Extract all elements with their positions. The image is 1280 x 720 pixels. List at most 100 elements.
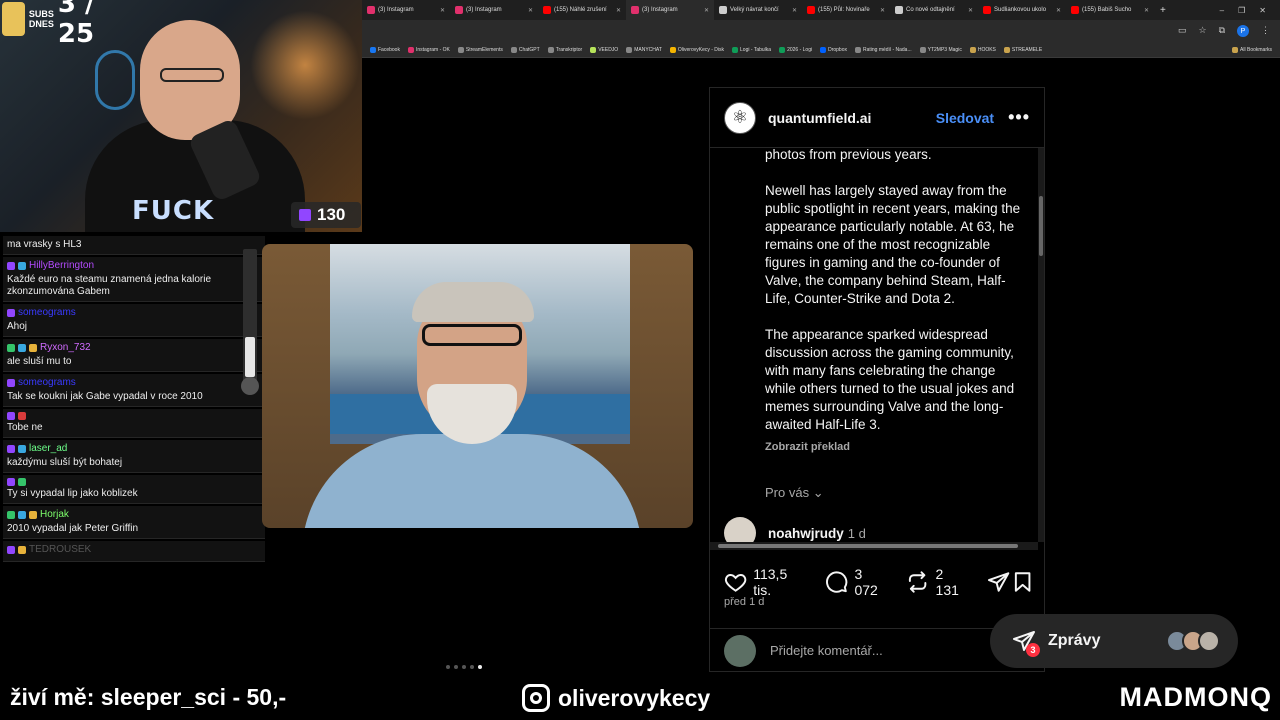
for-you-dropdown[interactable]: Pro vás ⌄ [765, 485, 824, 501]
bookmark-icon[interactable] [1011, 570, 1034, 594]
doc-icon [855, 46, 861, 53]
bookmark[interactable]: ChatGPT [510, 46, 540, 53]
youtube-icon [807, 6, 815, 14]
close-tab-icon[interactable]: ✕ [440, 7, 445, 14]
user-avatar [724, 634, 756, 667]
close-window-button[interactable]: ✕ [1259, 6, 1266, 15]
menu-icon[interactable]: ⋮ [1261, 25, 1270, 37]
browser-tab[interactable]: (3) Instagram ✕ [362, 0, 450, 20]
comment-username[interactable]: noahwjrudy 1 d [768, 526, 866, 541]
window-controls: – ❐ ✕ [1220, 6, 1280, 15]
bookmark[interactable]: Rating médií - Nada... [855, 46, 912, 53]
carousel-dot[interactable] [454, 665, 458, 669]
chat-username: someograms [7, 307, 261, 319]
close-tab-icon[interactable]: ✕ [792, 7, 797, 14]
caption-vertical-scrollbar[interactable] [1038, 148, 1044, 542]
new-tab-button[interactable]: + [1154, 5, 1172, 16]
carousel-dot[interactable] [470, 665, 474, 669]
maximize-button[interactable]: ❐ [1238, 6, 1245, 15]
close-tab-icon[interactable]: ✕ [704, 7, 709, 14]
close-tab-icon[interactable]: ✕ [616, 7, 621, 14]
browser-tab[interactable]: Velký návrat končí ✕ [714, 0, 802, 20]
chat-scrollbar[interactable] [241, 249, 259, 395]
scroll-handle[interactable] [241, 377, 259, 395]
folder-icon [969, 46, 976, 53]
post-actions: 113,5 tis. 3 072 2 131 [724, 566, 1034, 598]
chevron-down-icon: ⌄ [812, 485, 824, 500]
bookmark[interactable]: 2026 - Logi [779, 46, 812, 53]
scrollbar-thumb[interactable] [718, 544, 1018, 548]
carousel-dot[interactable] [446, 665, 450, 669]
subscriber-badge-icon [7, 309, 15, 317]
follow-button[interactable]: Sledovat [936, 110, 994, 126]
facebook-icon [370, 46, 376, 53]
bookmark[interactable]: Instagram - OK [407, 46, 450, 53]
close-tab-icon[interactable]: ✕ [880, 7, 885, 14]
glasses [160, 68, 224, 82]
bookmark[interactable]: Transkriptor [547, 46, 582, 53]
chat-text: Ty si vypadal lip jako koblizek [7, 488, 138, 499]
bookmark[interactable]: StreamElements [457, 46, 503, 53]
browser-tab-active[interactable]: (3) Instagram ✕ [626, 0, 714, 20]
bookmark[interactable]: YT2MP3 Magic [919, 46, 962, 53]
add-comment-input[interactable]: Přidejte komentář... [770, 643, 883, 658]
sheets-icon [779, 46, 786, 53]
person-glasses [422, 324, 522, 346]
post-image[interactable] [262, 244, 693, 528]
heart-icon[interactable] [724, 570, 747, 594]
caption-paragraph: photos from previous years. [765, 147, 932, 162]
scrollbar-thumb[interactable] [1039, 196, 1043, 256]
messages-button[interactable]: 3 Zprávy [990, 614, 1238, 668]
bookmark[interactable]: Facebook [370, 46, 400, 53]
post-date: před 1 d [724, 596, 765, 608]
repost-icon[interactable] [906, 570, 929, 594]
chat-text: každýmu sluší být bohatej [7, 457, 123, 468]
bookmark[interactable]: HOOKS [969, 46, 996, 53]
browser-tab[interactable]: Co nové odtajnění ✕ [890, 0, 978, 20]
all-bookmarks[interactable]: All Bookmarks [1232, 46, 1280, 53]
bookmark[interactable]: Logi - Tabulka [732, 46, 771, 53]
chat-text: Tobe ne [7, 422, 43, 433]
post-header: ⚛ quantumfield.ai Sledovat ••• [710, 88, 1044, 148]
yt2mp3-icon [919, 46, 926, 53]
minimize-button[interactable]: – [1220, 6, 1224, 15]
screencast-icon[interactable]: ▭ [1178, 25, 1187, 37]
caption-horizontal-scrollbar[interactable] [710, 542, 1038, 550]
browser-tab[interactable]: (3) Instagram ✕ [450, 0, 538, 20]
bookmark[interactable]: STREAMELE [1003, 46, 1042, 53]
atom-icon[interactable]: ⚛ [724, 101, 756, 134]
comment-icon[interactable] [825, 570, 848, 594]
extensions-icon[interactable]: ⧉ [1219, 25, 1225, 37]
scrollbar-thumb[interactable] [245, 337, 255, 377]
bookmark[interactable]: Dropbox [820, 46, 847, 53]
bookmark-star-icon[interactable]: ☆ [1198, 25, 1206, 37]
chat-message: Ryxon_732 ale sluší mu to [3, 339, 265, 372]
instagram-handle: oliverovykecy [522, 684, 710, 712]
chat-message: HillyBerrington Každé euro na steamu zna… [3, 257, 265, 302]
mod-badge-icon [7, 344, 15, 352]
show-translation-link[interactable]: Zobrazit překlad [765, 438, 1027, 456]
bookmark[interactable]: MANYCHAT [626, 46, 662, 53]
post-side-panel: ⚛ quantumfield.ai Sledovat ••• photos fr… [709, 87, 1045, 672]
share-icon[interactable] [987, 570, 1010, 594]
browser-tab[interactable]: (155) Půl: Novinaře ✕ [802, 0, 890, 20]
close-tab-icon[interactable]: ✕ [528, 7, 533, 14]
manychat-icon [626, 46, 633, 53]
carousel-dot-active[interactable] [478, 665, 482, 669]
close-tab-icon[interactable]: ✕ [1144, 7, 1149, 14]
folder-icon [1232, 46, 1239, 53]
browser-tab[interactable]: (155) Náhlé zrušení ✕ [538, 0, 626, 20]
profile-avatar[interactable]: P [1237, 25, 1249, 37]
more-options-icon[interactable]: ••• [1008, 107, 1030, 128]
post-username[interactable]: quantumfield.ai [768, 110, 871, 126]
browser-tab[interactable]: (155) Babiš Sucho ✕ [1066, 0, 1154, 20]
close-tab-icon[interactable]: ✕ [1056, 7, 1061, 14]
bookmark[interactable]: VEEDJO [590, 46, 618, 53]
transkriptor-icon [547, 46, 554, 53]
bookmark[interactable]: OliverovyKecy - Disk [669, 46, 724, 53]
close-tab-icon[interactable]: ✕ [968, 7, 973, 14]
browser-tab[interactable]: Sudliankovou ukolo ✕ [978, 0, 1066, 20]
carousel-dot[interactable] [462, 665, 466, 669]
badge-icon [18, 412, 26, 420]
chat-message: someograms Ahoj [3, 304, 265, 337]
